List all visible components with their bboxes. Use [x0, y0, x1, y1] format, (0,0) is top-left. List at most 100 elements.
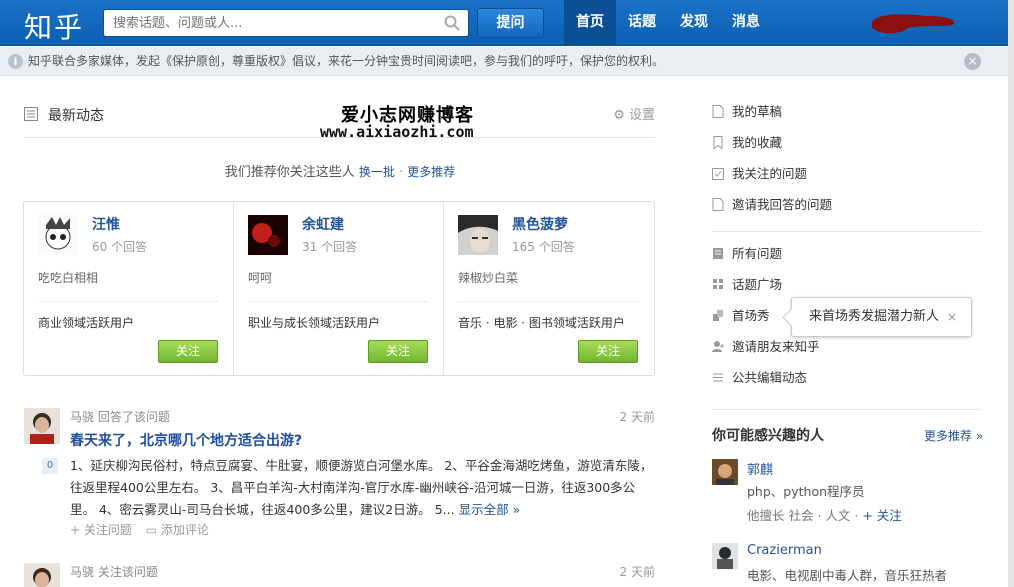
timestamp: 2 天前 — [619, 410, 655, 424]
feed-item: 马骁 关注该问题 2 天前 — [24, 563, 655, 587]
search-box[interactable] — [103, 9, 469, 37]
separator: · — [394, 165, 408, 180]
answer-text: 1、延庆柳沟民俗村，特点豆腐宴、牛肚宴，顺便游览白河堡水库。 2、平谷金海湖吃烤… — [70, 458, 653, 517]
sidebar-item-followed-questions[interactable]: 我关注的问题 — [712, 164, 807, 184]
user-desc: 电影、电视剧中毒人群，音乐狂热者 — [747, 568, 948, 583]
user-card: 余虹建 31 个回答 呵呵 职业与成长领域活跃用户 关注 — [234, 202, 444, 375]
nav-topics[interactable]: 话题 — [616, 0, 668, 46]
feed-title: 最新动态 — [48, 108, 104, 124]
user-name[interactable]: 黑色菠萝 — [512, 214, 568, 234]
sidebar-item-public-edits[interactable]: 公共编辑动态 — [712, 368, 807, 388]
nav-discover[interactable]: 发现 — [668, 0, 720, 46]
sidebar-item-collections[interactable]: 我的收藏 — [712, 133, 782, 153]
divider — [38, 301, 219, 302]
follow-question-link[interactable]: + 关注问题 — [70, 523, 132, 537]
avatar[interactable] — [458, 215, 498, 255]
scrollbar[interactable] — [1008, 0, 1014, 587]
check-icon — [712, 168, 724, 180]
sidebar-item-invitations[interactable]: 邀请我回答的问题 — [712, 195, 832, 215]
ask-button[interactable]: 提问 — [477, 8, 544, 38]
follow-button[interactable]: 关注 — [368, 340, 428, 363]
timestamp: 2 天前 — [619, 565, 655, 579]
question-title[interactable]: 春天来了，北京哪几个地方适合出游? — [70, 430, 302, 450]
close-icon[interactable]: × — [964, 53, 981, 70]
sidebar-item-debut[interactable]: 首场秀 — [712, 306, 770, 326]
user-name[interactable]: 余虹建 — [302, 214, 344, 234]
sidebar-item-topic-square[interactable]: 话题广场 — [712, 275, 782, 295]
user-card: 黑色菠萝 165 个回答 辣椒炒白菜 音乐 · 电影 · 图书领域活跃用户 关注 — [444, 202, 654, 375]
swap-link[interactable]: 换一批 — [359, 165, 395, 179]
avatar[interactable] — [24, 408, 60, 444]
follow-button[interactable]: 关注 — [158, 340, 218, 363]
user-name[interactable]: 汪惟 — [92, 214, 120, 234]
settings-link[interactable]: ⚙ 设置 — [613, 104, 655, 123]
user-desc: php、python程序员 — [747, 484, 865, 499]
user-card: 汪惟 60 个回答 吃吃白相相 商业领域活跃用户 关注 — [24, 202, 234, 375]
add-user-icon — [712, 341, 724, 352]
comment-icon: ▭ — [145, 523, 158, 537]
zhihu-logo[interactable]: 知乎 — [24, 6, 84, 46]
nav-home[interactable]: 首页 — [564, 0, 616, 46]
suggested-user: Crazierman 电影、电视剧中毒人群，音乐狂热者 — [712, 543, 1002, 587]
feed-actions: + 关注问题 ▭ 添加评论 — [70, 521, 209, 538]
sidebar-item-all-questions[interactable]: 所有问题 — [712, 244, 782, 264]
sidebar-item-drafts[interactable]: 我的草稿 — [712, 102, 782, 122]
top-bar: 知乎 提问 首页 话题 发现 消息 — [0, 0, 1014, 46]
draft-icon — [712, 105, 724, 118]
close-icon[interactable]: × — [947, 298, 957, 336]
user-bio: 辣椒炒白菜 — [458, 271, 519, 285]
info-icon: i — [8, 54, 23, 69]
avatar[interactable] — [712, 459, 738, 485]
nav-messages[interactable]: 消息 — [720, 0, 772, 46]
avatar[interactable] — [24, 563, 60, 587]
search-icon[interactable] — [444, 15, 460, 31]
follow-button[interactable]: 关注 — [578, 340, 638, 363]
list-icon — [713, 248, 723, 259]
suggested-user: 郭麒 php、python程序员 他擅长 社会 · 人文 · + 关注 — [712, 459, 1002, 529]
user-domain: 商业领域活跃用户 — [38, 316, 135, 330]
sidebar-item-invite-friends[interactable]: 邀请朋友来知乎 — [712, 337, 820, 357]
sidebar-label: 邀请我回答的问题 — [732, 197, 833, 212]
user-name[interactable]: 郭麒 — [747, 459, 773, 478]
debut-icon — [713, 310, 723, 321]
sidebar-label: 邀请朋友来知乎 — [732, 339, 820, 354]
answer-count: 60 个回答 — [92, 240, 148, 254]
more-recommend-link[interactable]: 更多推荐 » — [924, 427, 983, 444]
user-bio: 吃吃白相相 — [38, 271, 99, 285]
divider — [458, 301, 640, 302]
sidebar-label: 所有问题 — [732, 246, 783, 261]
sidebar-label: 我关注的问题 — [732, 166, 808, 181]
feed-item: 马骁 回答了该问题 2 天前 春天来了，北京哪几个地方适合出游? 0 1、延庆柳… — [24, 408, 655, 538]
notice-text[interactable]: 知乎联合多家媒体，发起《保护原创，尊重版权》倡议，来花一分钟宝贵时间阅读吧，参与… — [28, 54, 664, 68]
answer-count: 31 个回答 — [302, 240, 358, 254]
divider — [248, 301, 429, 302]
avatar[interactable] — [712, 543, 738, 569]
tooltip-text: 来首场秀发掘潜力新人 — [809, 309, 940, 324]
user-domain: 职业与成长领域活跃用户 — [248, 316, 381, 330]
vote-count[interactable]: 0 — [42, 458, 58, 474]
sidebar-label: 我的草稿 — [732, 104, 783, 119]
feed-icon — [24, 107, 38, 121]
main-nav: 首页 话题 发现 消息 — [564, 0, 772, 46]
avatar[interactable] — [248, 215, 288, 255]
add-comment-link[interactable]: 添加评论 — [161, 523, 209, 537]
activity-meta[interactable]: 马骁 回答了该问题 — [70, 408, 170, 425]
user-bio: 呵呵 — [248, 271, 273, 285]
activity-meta[interactable]: 马骁 关注该问题 — [70, 563, 158, 580]
show-all-link[interactable]: 显示全部 » — [459, 502, 521, 517]
user-skills: 他擅长 社会 · 人文 · + 关注 — [747, 505, 902, 524]
avatar[interactable] — [38, 215, 78, 255]
answer-excerpt: 1、延庆柳沟民俗村，特点豆腐宴、牛肚宴，顺便游览白河堡水库。 2、平谷金海湖吃烤… — [70, 455, 655, 521]
follow-link[interactable]: + 关注 — [862, 508, 901, 523]
sidebar-divider — [712, 409, 982, 410]
user-avatar-redacted[interactable] — [868, 10, 958, 36]
recommend-line: 我们推荐你关注这些人 换一批 · 更多推荐 — [0, 161, 680, 180]
sidebar-label: 话题广场 — [732, 277, 783, 292]
search-input[interactable] — [104, 10, 434, 36]
notice-bar: i 知乎联合多家媒体，发起《保护原创，尊重版权》倡议，来花一分钟宝贵时间阅读吧，… — [0, 47, 1008, 76]
user-name[interactable]: Crazierman — [747, 543, 822, 558]
doc-icon — [712, 198, 724, 211]
sidebar-label: 我的收藏 — [732, 135, 783, 150]
follow-label: 关注 — [876, 508, 902, 523]
more-recommend-link[interactable]: 更多推荐 — [407, 165, 455, 179]
